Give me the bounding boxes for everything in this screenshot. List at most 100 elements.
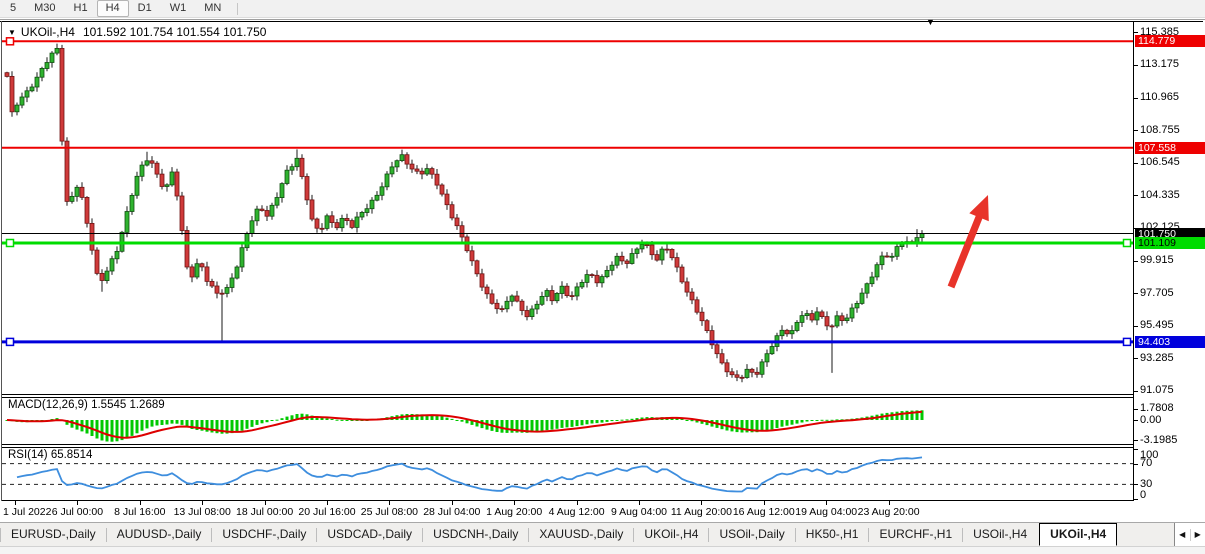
date-axis-tick [514, 501, 515, 505]
price-axis-label: 95.495 [1140, 319, 1174, 332]
date-axis-tick [452, 501, 453, 505]
date-axis-label: 13 Jul 08:00 [168, 506, 236, 518]
chart-left-border [1, 21, 2, 501]
chart-tab-usdcad-daily[interactable]: USDCAD-,Daily [317, 524, 422, 546]
price-axis-tick [1134, 65, 1138, 66]
collapse-arrow-icon[interactable]: ▼ [8, 28, 16, 37]
date-axis-label: 1 Aug 20:00 [480, 506, 548, 518]
rsi-axis-tick [1134, 499, 1138, 500]
chart-tab-usoil-h4[interactable]: USOil-,H4 [963, 524, 1037, 546]
price-axis-label: 91.075 [1140, 384, 1174, 397]
price-tag-support-green: 101.109 [1135, 237, 1205, 249]
line-handle-support-blue-left[interactable] [7, 338, 14, 345]
date-axis-tick [639, 501, 640, 505]
chart-symbol-title: UKOil-,H4 [21, 25, 75, 39]
chart-tab-ukoil-h4[interactable]: UKOil-,H4 [634, 524, 708, 546]
timeframe-button-d1[interactable]: D1 [129, 0, 161, 17]
macd-axis-tick [1134, 440, 1138, 441]
date-axis-label: 19 Aug 04:00 [792, 506, 860, 518]
chart-shift-marker-icon[interactable]: ▼ [926, 17, 935, 27]
chart-tab-usdcnh-daily[interactable]: USDCNH-,Daily [423, 524, 528, 546]
timeframe-button-m30[interactable]: M30 [25, 0, 64, 17]
macd-axis-tick [1134, 420, 1138, 421]
tab-scroll-left-icon[interactable]: ◀ [1175, 530, 1190, 539]
date-axis-tick [764, 501, 765, 505]
date-axis-tick [77, 501, 78, 505]
timeframe-button-h1[interactable]: H1 [65, 0, 97, 17]
chart-tab-ukoil-h4[interactable]: UKOil-,H4 [1039, 523, 1117, 546]
price-axis-tick [1134, 163, 1138, 164]
date-axis-label: 28 Jul 04:00 [418, 506, 486, 518]
trend-arrow[interactable] [951, 195, 989, 287]
date-axis-tick [15, 501, 16, 505]
price-axis-label: 110.965 [1140, 91, 1179, 104]
price-axis-tick [1134, 195, 1138, 196]
chart-tab-eurchf-h1[interactable]: EURCHF-,H1 [869, 524, 962, 546]
date-axis-tick [826, 501, 827, 505]
date-axis-tick [701, 501, 702, 505]
date-axis-label: 9 Aug 04:00 [605, 506, 673, 518]
tab-scroll-box: ◀▶ [1174, 523, 1205, 546]
panel-divider-macd-rsi[interactable] [2, 444, 1133, 448]
date-axis-label: 18 Jul 00:00 [231, 506, 299, 518]
chart-tab-audusd-daily[interactable]: AUDUSD-,Daily [107, 524, 212, 546]
timeframe-button-h4[interactable]: H4 [97, 0, 129, 17]
price-axis-tick [1134, 261, 1138, 262]
date-axis-tick [265, 501, 266, 505]
date-axis-label: 23 Aug 20:00 [855, 506, 923, 518]
price-axis-label: 108.755 [1140, 124, 1180, 137]
date-axis[interactable]: 1 Jul 20226 Jul 00:008 Jul 16:0013 Jul 0… [2, 501, 1133, 521]
chart-tab-usoil-daily[interactable]: USOil-,Daily [709, 524, 794, 546]
price-axis-label: 99.915 [1140, 254, 1174, 267]
candlestick-series [5, 44, 924, 383]
rsi-axis-tick [1134, 449, 1138, 450]
price-tag-resistance-mid: 107.558 [1135, 142, 1205, 154]
rsi-axis-label: 0 [1140, 489, 1146, 502]
timeframe-toolbar: 5M30H1H4D1W1MN [0, 0, 1205, 17]
date-axis-label: 8 Jul 16:00 [106, 506, 174, 518]
date-axis-tick [202, 501, 203, 505]
price-axis-label: 106.545 [1140, 156, 1180, 169]
chart-tab-usdchf-daily[interactable]: USDCHF-,Daily [212, 524, 316, 546]
macd-panel [2, 398, 1133, 444]
timeframe-button-5[interactable]: 5 [1, 0, 25, 17]
toolbar-edge-light [0, 17, 1205, 18]
line-handle-support-green-left[interactable] [7, 240, 14, 247]
line-handle-support-green-right[interactable] [1124, 240, 1131, 247]
chart-title: ▼ UKOil-,H4 101.592 101.754 101.554 101.… [8, 25, 266, 39]
toolbar-separator [237, 3, 238, 15]
price-axis-tick [1134, 32, 1138, 33]
rsi-line [17, 457, 922, 491]
timeframe-button-mn[interactable]: MN [195, 0, 230, 17]
price-axis-tick [1134, 358, 1138, 359]
price-axis-tick [1134, 98, 1138, 99]
date-axis-label: 20 Jul 16:00 [293, 506, 361, 518]
price-tag-support-blue: 94.403 [1135, 336, 1205, 348]
rsi-label: RSI(14) 65.8514 [8, 449, 92, 461]
panel-divider-main-macd[interactable] [2, 394, 1133, 398]
date-axis-label: 11 Aug 20:00 [667, 506, 735, 518]
price-tag-resistance-upper: 114.779 [1135, 35, 1205, 47]
toolbar-edge-dark [0, 19, 1205, 20]
date-axis-tick [577, 501, 578, 505]
date-axis-label: 4 Aug 12:00 [543, 506, 611, 518]
price-axis-label: 93.285 [1140, 352, 1174, 365]
date-axis-tick [889, 501, 890, 505]
macd-histogram [6, 410, 924, 441]
chart-tab-xauusd-daily[interactable]: XAUUSD-,Daily [529, 524, 633, 546]
date-axis-tick [327, 501, 328, 505]
mt4-window: 5M30H1H4D1W1MN ▼ UKOil-,H4 101.592 101.7… [0, 0, 1205, 554]
macd-label: MACD(12,26,9) 1.5545 1.2689 [8, 399, 165, 411]
date-axis-label: 6 Jul 00:00 [43, 506, 111, 518]
timeframe-button-w1[interactable]: W1 [161, 0, 196, 17]
price-axis-tick [1134, 130, 1138, 131]
rsi-axis-tick [1134, 464, 1138, 465]
line-handle-support-blue-right[interactable] [1124, 338, 1131, 345]
chart-tab-hk50-h1[interactable]: HK50-,H1 [796, 524, 869, 546]
tab-scroll-right-icon[interactable]: ▶ [1191, 530, 1205, 539]
price-axis-tick [1134, 326, 1138, 327]
chart-tab-eurusd-daily[interactable]: EURUSD-,Daily [1, 524, 106, 546]
price-axis-tick [1134, 391, 1138, 392]
price-axis-label: 113.175 [1140, 58, 1179, 71]
price-axis-label: 97.705 [1140, 287, 1174, 300]
